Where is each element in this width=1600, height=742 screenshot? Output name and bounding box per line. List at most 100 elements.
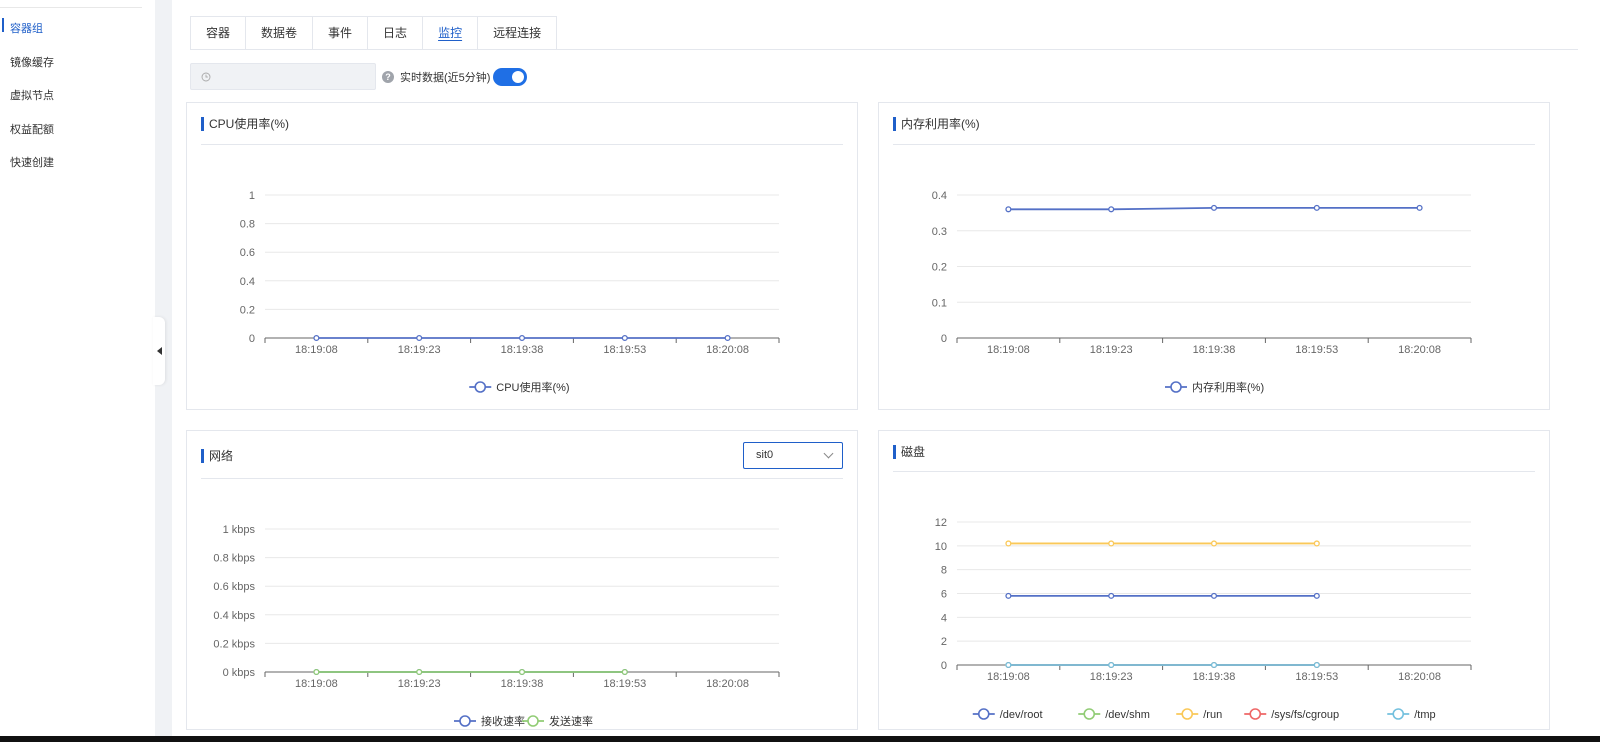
tab-remote-connection[interactable]: 远程连接 (477, 16, 558, 50)
x-tick-label: 18:20:08 (1398, 344, 1441, 356)
y-tick-label: 0.6 kbps (213, 581, 255, 593)
legend-label: /sys/fs/cgroup (1271, 709, 1339, 721)
x-tick-label: 18:19:23 (398, 678, 441, 690)
network-chart: 0 kbps 0.2 kbps 0.4 kbps 0.6 kbps 0.8 kbps 1 … (213, 524, 780, 728)
sidebar-item-virtual-node[interactable]: 虚拟节点 (10, 87, 54, 103)
sidebar-item-image-cache[interactable]: 镜像缓存 (10, 54, 54, 70)
caret-left-icon (156, 347, 162, 355)
cpu-panel-title: CPU使用率(%) (201, 117, 289, 131)
sidebar-collapse-button[interactable] (153, 317, 165, 385)
legend-label: /dev/shm (1105, 709, 1150, 721)
data-point (1005, 540, 1012, 547)
x-tick-label: 18:19:38 (1193, 344, 1236, 356)
data-point (1005, 206, 1012, 213)
legend-marker (459, 715, 471, 727)
y-tick-label: 0.4 (932, 190, 947, 202)
legend-marker (474, 381, 487, 393)
data-point (1108, 592, 1115, 599)
y-tick-label: 6 (941, 589, 947, 601)
panel-divider (201, 144, 843, 145)
tab-containers[interactable]: 容器 (190, 16, 246, 50)
time-range-picker[interactable] (190, 63, 376, 90)
data-point (1210, 661, 1218, 669)
y-tick-label: 0.2 (240, 304, 255, 316)
y-tick-label: 0 (941, 660, 947, 672)
data-point (313, 668, 320, 676)
data-point (1313, 661, 1320, 669)
y-tick-label: 0.2 (932, 262, 947, 274)
x-tick-label: 18:19:38 (501, 678, 544, 690)
data-point (724, 334, 731, 342)
legend-marker (1181, 708, 1194, 720)
tab-volumes[interactable]: 数据卷 (245, 16, 313, 50)
legend-label: /run (1203, 709, 1222, 721)
x-tick-label: 18:19:08 (987, 344, 1030, 356)
tab-logs[interactable]: 日志 (367, 16, 423, 50)
data-point (1108, 206, 1115, 213)
y-tick-label: 0.6 (240, 247, 255, 259)
legend-marker (1170, 381, 1182, 393)
x-tick-label: 18:19:23 (398, 344, 441, 356)
data-point (518, 334, 526, 342)
y-tick-label: 0.3 (932, 226, 947, 238)
tab-monitoring[interactable]: 监控 (422, 16, 478, 50)
x-tick-label: 18:19:53 (603, 344, 646, 356)
data-point (1313, 204, 1320, 211)
x-tick-label: 18:20:08 (1398, 671, 1441, 683)
data-point (1210, 592, 1218, 599)
tab-underline (190, 49, 1578, 50)
x-tick-label: 18:19:53 (1295, 671, 1338, 683)
data-point (1313, 540, 1320, 547)
legend-marker (1392, 708, 1405, 720)
data-point (416, 668, 423, 676)
interface-select[interactable]: sit0 (743, 442, 843, 469)
data-point (621, 334, 628, 342)
y-tick-label: 0 (941, 333, 947, 345)
disk-panel: 磁盘 0 2 4 6 8 10 12 18:19:08 18:19:23 18:19:38 18:1… (878, 430, 1550, 730)
memory-chart: 0 0.1 0.2 0.3 0.4 18:19:08 18:19:23 18:19:38 18:… (932, 190, 1472, 394)
legend-marker (527, 715, 539, 727)
data-point (313, 334, 320, 342)
realtime-label: 实时数据(近5分钟) (400, 72, 491, 84)
legend-label: 接收速率 (481, 714, 525, 728)
legend-label: 发送速率 (549, 714, 593, 728)
window-bottom-edge (0, 736, 1600, 742)
y-tick-label: 4 (941, 612, 947, 624)
y-tick-label: 1 kbps (223, 524, 256, 536)
x-tick-label: 18:19:53 (1295, 344, 1338, 356)
panel-divider (893, 471, 1535, 472)
sidebar-item-quick-create[interactable]: 快速创建 (10, 154, 54, 170)
legend-label: 内存利用率(%) (1192, 380, 1264, 394)
sidebar-item-quota[interactable]: 权益配额 (10, 121, 54, 137)
data-point (1313, 592, 1320, 599)
tab-bar: 容器 数据卷 事件 日志 监控 远程连接 (190, 16, 558, 50)
memory-panel: 内存利用率(%) 0 0.1 0.2 0.3 0.4 18:19:08 18:19:23 18… (878, 102, 1550, 410)
y-tick-label: 1 (249, 190, 255, 202)
cpu-panel: CPU使用率(%) 0 0.2 0.4 0.6 0.8 1 18:19:08 18:19:23… (186, 102, 858, 410)
legend-marker (1249, 708, 1262, 720)
data-point (1005, 661, 1012, 669)
y-tick-label: 10 (935, 541, 947, 553)
data-point (1416, 204, 1423, 211)
realtime-toggle[interactable] (493, 68, 527, 86)
sidebar-item-pod-group[interactable]: 容器组 (2, 18, 43, 36)
sidebar-divider (0, 7, 142, 8)
disk-chart: 0 2 4 6 8 10 12 18:19:08 18:19:23 18:19:38 18:19:5… (935, 517, 1472, 721)
y-tick-label: 0.8 kbps (213, 553, 255, 565)
tab-events[interactable]: 事件 (312, 16, 368, 50)
clock-icon (201, 72, 211, 81)
legend-marker (1083, 708, 1096, 720)
legend-label: /tmp (1414, 709, 1435, 721)
x-tick-label: 18:19:08 (987, 671, 1030, 683)
disk-panel-title: 磁盘 (893, 445, 925, 459)
x-tick-label: 18:19:23 (1090, 344, 1133, 356)
legend-marker (977, 708, 990, 720)
x-tick-label: 18:19:38 (1193, 671, 1236, 683)
data-point (416, 334, 423, 342)
data-point (518, 668, 526, 676)
question-icon[interactable]: ? (382, 71, 394, 83)
legend-label: CPU使用率(%) (496, 380, 569, 394)
interface-select-value: sit0 (756, 449, 774, 461)
x-tick-label: 18:19:23 (1090, 671, 1133, 683)
network-panel: 网络 sit0 0 kbps 0.2 kbps 0.4 kbps 0.6 kbps 0.… (186, 430, 858, 730)
